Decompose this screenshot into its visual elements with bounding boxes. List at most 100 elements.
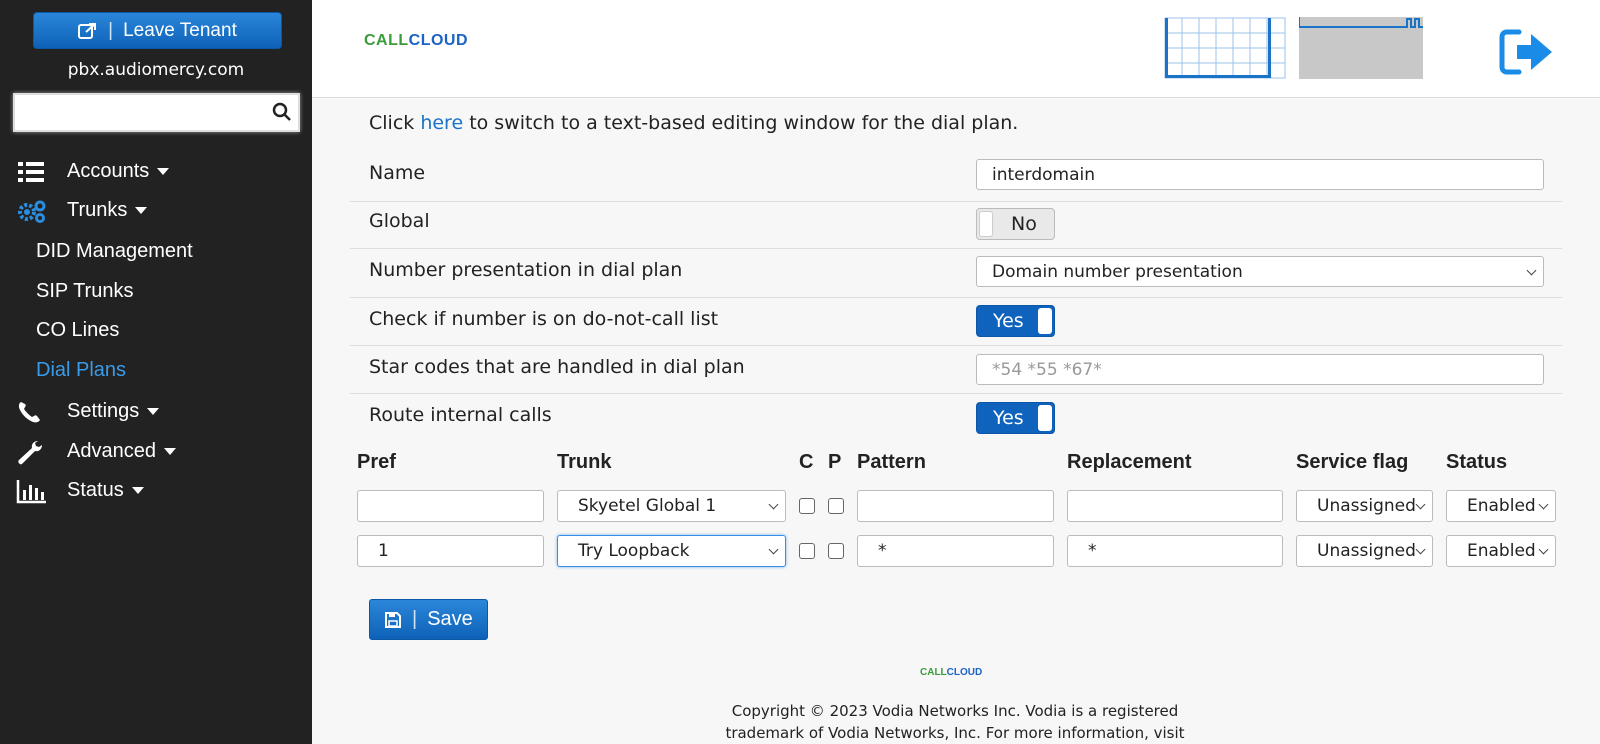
leave-tenant-label: Leave Tenant <box>123 19 237 41</box>
p-checkbox[interactable] <box>828 543 844 559</box>
chevron-down-icon <box>1538 544 1549 555</box>
chevron-down-icon <box>768 544 779 555</box>
sidebar-item-advanced[interactable]: Advanced <box>0 433 312 469</box>
footer-logo: CALLCLOUD <box>920 667 982 678</box>
floppy-disk-icon <box>385 611 401 628</box>
toggle-value: Yes <box>993 310 1024 332</box>
pref-input[interactable]: 1 <box>357 535 544 567</box>
toggle-value: Yes <box>993 407 1024 429</box>
search-input[interactable] <box>15 95 255 130</box>
col-header-trunk: Trunk <box>557 451 612 473</box>
caret-down-icon <box>135 206 148 214</box>
text-editor-link[interactable]: here <box>420 112 463 134</box>
service-flag-select[interactable]: Unassigned <box>1296 490 1433 522</box>
logo-part2: CLOUD <box>946 667 983 678</box>
sidebar-item-accounts[interactable]: Accounts <box>0 153 312 189</box>
save-button[interactable]: | Save <box>369 599 488 640</box>
name-input[interactable]: interdomain <box>976 159 1544 190</box>
number-presentation-label: Number presentation in dial plan <box>369 259 683 281</box>
do-not-call-label: Check if number is on do-not-call list <box>369 308 719 330</box>
route-internal-row: Route internal calls <box>350 394 1562 442</box>
intro-before: Click <box>369 112 421 134</box>
col-header-c: C <box>799 451 814 473</box>
logout-icon[interactable] <box>1499 28 1555 76</box>
pref-input[interactable] <box>357 490 544 522</box>
leave-tenant-button[interactable]: | Leave Tenant <box>33 12 282 49</box>
selected-value: Unassigned <box>1317 541 1416 561</box>
p-checkbox[interactable] <box>828 498 844 514</box>
number-presentation-select[interactable]: Domain number presentation <box>976 256 1544 287</box>
toggle-knob <box>1038 405 1052 431</box>
tenant-domain: pbx.audiomercy.com <box>67 60 245 80</box>
col-header-pattern: Pattern <box>857 451 926 473</box>
chevron-down-icon <box>1526 265 1537 276</box>
global-label: Global <box>369 210 430 232</box>
save-label: Save <box>427 608 473 630</box>
name-label: Name <box>369 162 426 184</box>
copyright-text: Copyright © 2023 Vodia Networks Inc. Vod… <box>700 700 1210 744</box>
selected-value: Unassigned <box>1317 496 1416 516</box>
sidebar-subitem-sip-trunks[interactable]: SIP Trunks <box>36 280 133 303</box>
col-header-pref: Pref <box>357 451 396 473</box>
pattern-input[interactable]: * <box>857 535 1054 567</box>
global-toggle[interactable]: No <box>976 208 1055 240</box>
c-checkbox[interactable] <box>799 543 815 559</box>
share-exit-icon <box>78 22 97 39</box>
selected-value: Skyetel Global 1 <box>578 496 717 516</box>
replacement-input[interactable] <box>1067 490 1283 522</box>
sidebar-subitem-did-management[interactable]: DID Management <box>36 240 193 263</box>
caret-down-icon <box>157 167 170 175</box>
separator: | <box>412 608 418 630</box>
star-codes-input[interactable]: *54 *55 *67* <box>976 354 1544 385</box>
selected-value: Enabled <box>1467 496 1536 516</box>
calendar-layout-thumbnail-icon[interactable] <box>1164 17 1286 79</box>
logo-part1: CALL <box>364 32 409 49</box>
chevron-down-icon <box>1415 544 1426 555</box>
pattern-input[interactable] <box>857 490 1054 522</box>
col-header-service-flag: Service flag <box>1296 451 1409 473</box>
sidebar-item-settings[interactable]: Settings <box>0 393 312 429</box>
caret-down-icon <box>163 447 176 455</box>
sidebar-item-trunks[interactable]: Trunks <box>0 192 312 228</box>
sidebar-subitem-dial-plans[interactable]: Dial Plans <box>36 359 126 382</box>
sidebar: | Leave Tenant pbx.audiomercy.com Accoun… <box>0 0 312 744</box>
trunk-select[interactable]: Skyetel Global 1 <box>557 490 786 522</box>
sidebar-item-label: Trunks <box>67 199 148 222</box>
selected-value: Enabled <box>1467 541 1536 561</box>
callcloud-logo[interactable]: CALLCLOUD <box>364 32 468 50</box>
search-icon[interactable] <box>272 102 292 122</box>
caret-down-icon <box>131 486 144 494</box>
trunk-select[interactable]: Try Loopback <box>557 535 786 567</box>
route-internal-toggle[interactable]: Yes <box>976 402 1055 434</box>
copyright-line: Copyright © 2023 Vodia Networks Inc. Vod… <box>731 702 1179 720</box>
star-codes-label: Star codes that are handled in dial plan <box>369 356 745 378</box>
replacement-input[interactable]: * <box>1067 535 1283 567</box>
sidebar-item-status[interactable]: Status <box>0 472 312 508</box>
sidebar-search <box>13 93 300 132</box>
separator: | <box>108 19 114 41</box>
do-not-call-toggle[interactable]: Yes <box>976 305 1055 337</box>
caret-down-icon <box>147 407 160 415</box>
col-header-p: P <box>828 451 842 473</box>
intro-text: Click here to switch to a text-based edi… <box>369 112 1018 134</box>
logo-part2: CLOUD <box>408 32 469 49</box>
sidebar-item-label: Advanced <box>67 440 176 463</box>
status-select[interactable]: Enabled <box>1446 490 1556 522</box>
chevron-down-icon <box>768 499 779 510</box>
service-flag-select[interactable]: Unassigned <box>1296 535 1433 567</box>
phone-icon <box>18 402 40 423</box>
col-header-replacement: Replacement <box>1067 451 1192 473</box>
top-header: CALLCLOUD <box>312 0 1600 98</box>
logo-part1: CALL <box>920 667 947 678</box>
selected-value: Try Loopback <box>578 541 690 561</box>
route-internal-label: Route internal calls <box>369 404 552 426</box>
intro-after: to switch to a text-based editing window… <box>463 112 1019 134</box>
sidebar-subitem-co-lines[interactable]: CO Lines <box>36 319 119 342</box>
copyright-line: trademark of Vodia Networks, Inc. For mo… <box>725 724 1185 742</box>
gray-layout-thumbnail-icon[interactable] <box>1299 17 1423 79</box>
selected-value: Domain number presentation <box>992 261 1243 282</box>
c-checkbox[interactable] <box>799 498 815 514</box>
toggle-knob <box>1038 308 1052 334</box>
status-select[interactable]: Enabled <box>1446 535 1556 567</box>
sidebar-item-label: Status <box>67 479 144 502</box>
